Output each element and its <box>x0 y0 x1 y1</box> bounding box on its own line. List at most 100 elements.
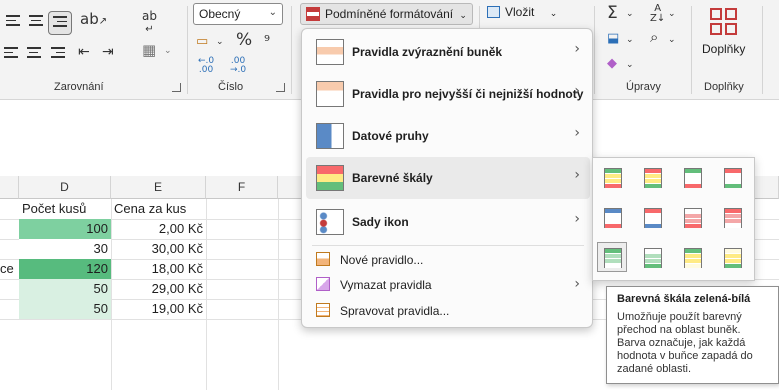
thousands-separator-icon[interactable]: ⁹ <box>264 34 270 49</box>
chevron-right-icon: › <box>574 211 580 227</box>
header-cell-e[interactable]: Cena za kus <box>111 199 206 219</box>
align-top-right-icon <box>53 16 67 28</box>
color-scale-white-red-icon[interactable] <box>677 202 707 232</box>
fill-icon[interactable]: ⬓ <box>607 32 619 45</box>
merge-dropdown-icon[interactable]: ⌄ <box>164 47 172 56</box>
wrap-text-icon[interactable]: ab ↵ <box>142 10 157 35</box>
menu-item-new-rule[interactable]: Nové pravidlo... <box>306 248 590 272</box>
header-cell-d[interactable]: Počet kusů <box>19 199 111 219</box>
find-dropdown-icon[interactable]: ⌄ <box>668 36 676 45</box>
increase-decimal-icon[interactable]: ←.0.00 <box>198 57 214 75</box>
menu-item-clear-rules[interactable]: Vymazat pravidla › <box>306 273 590 297</box>
percent-icon[interactable]: % <box>236 32 252 49</box>
column-header-f[interactable]: F <box>206 176 278 199</box>
group-label-alignment: Zarovnání <box>54 81 104 93</box>
menu-item-manage-rules[interactable]: Spravovat pravidla... <box>306 299 590 323</box>
chevron-right-icon: › <box>574 125 580 141</box>
increase-indent-icon[interactable]: ⇥ <box>102 45 114 59</box>
menu-item-icon-sets[interactable]: Sady ikon › <box>306 201 590 243</box>
icon-sets-icon <box>316 209 344 235</box>
menu-item-top-bottom[interactable]: Pravidla pro nejvyšší či nejnižší hodnot… <box>306 73 590 113</box>
tooltip-body: Umožňuje použít barevný přechod na oblas… <box>617 311 753 375</box>
alignment-dialog-launcher-icon[interactable] <box>172 83 181 92</box>
color-scale-red-white-blue-icon[interactable] <box>637 202 667 232</box>
group-label-number: Číslo <box>218 81 244 93</box>
fill-dropdown-icon[interactable]: ⌄ <box>626 36 634 45</box>
merge-cells-icon[interactable]: ▦ <box>142 43 156 58</box>
number-format-combo[interactable]: Obecný ⌄ <box>193 3 283 25</box>
color-scale-red-yellow-green-icon[interactable] <box>637 162 667 192</box>
menu-item-highlight-rules[interactable]: Pravidla zvýraznění buněk › <box>306 31 590 71</box>
align-left-icon[interactable] <box>4 47 18 59</box>
addins-button-label[interactable]: Doplňky <box>702 42 745 56</box>
conditional-formatting-button[interactable]: Podmíněné formátování ⌄ <box>300 3 473 25</box>
sort-dropdown-icon[interactable]: ⌄ <box>668 10 676 19</box>
cell-e[interactable]: 29,00 Kč <box>111 279 206 299</box>
menu-item-label: Pravidla pro nejvyšší či nejnižší hodnot… <box>352 87 584 101</box>
cell-e[interactable]: 2,00 Kč <box>111 219 206 239</box>
cell-d[interactable]: 120 <box>19 259 111 279</box>
addins-icon[interactable] <box>710 8 738 36</box>
color-scale-green-white-icon[interactable] <box>597 242 627 272</box>
cell-c[interactable] <box>0 279 19 299</box>
find-select-icon[interactable]: ⌕ <box>650 30 658 45</box>
cell-c[interactable] <box>0 299 19 319</box>
decrease-indent-icon[interactable]: ⇤ <box>78 45 90 59</box>
column-header-e[interactable]: E <box>111 176 206 199</box>
menu-item-label: Vymazat pravidla <box>340 278 432 292</box>
color-scale-white-green-icon[interactable] <box>637 242 667 272</box>
column-header-d[interactable]: D <box>19 176 111 199</box>
clear-icon[interactable]: ◆ <box>607 57 617 70</box>
color-scales-gallery <box>592 157 755 281</box>
cell-c[interactable]: ce <box>0 259 19 279</box>
autosum-icon[interactable]: Σ <box>607 5 618 22</box>
color-scale-blue-white-red-icon[interactable] <box>597 202 627 232</box>
menu-item-label: Sady ikon <box>352 215 409 229</box>
cell-d[interactable]: 50 <box>19 299 111 319</box>
column-header-c[interactable] <box>0 176 19 199</box>
autosum-dropdown-icon[interactable]: ⌄ <box>626 10 634 19</box>
color-scale-red-white-icon[interactable] <box>717 202 747 232</box>
color-scale-green-yellow-icon[interactable] <box>677 242 707 272</box>
menu-item-label: Datové pruhy <box>352 129 429 143</box>
conditional-formatting-icon <box>306 7 320 21</box>
cell-d[interactable]: 100 <box>19 219 111 239</box>
cell-d[interactable]: 50 <box>19 279 111 299</box>
data-bars-icon <box>316 123 344 149</box>
color-scale-green-white-red-icon[interactable] <box>677 162 707 192</box>
cell-e[interactable]: 30,00 Kč <box>111 239 206 259</box>
chevron-down-icon: ⌄ <box>268 7 277 18</box>
insert-cells-icon <box>487 6 500 18</box>
align-right-icon[interactable] <box>51 47 65 59</box>
highlight-rules-icon <box>316 39 344 65</box>
accounting-format-icon[interactable]: ▭ <box>196 35 208 48</box>
top-bottom-icon <box>316 81 344 107</box>
cell-d[interactable]: 30 <box>19 239 111 259</box>
align-top-left-icon[interactable] <box>6 15 20 27</box>
chevron-right-icon: › <box>574 167 580 183</box>
orientation-icon[interactable]: ab↗ <box>80 12 107 27</box>
cell-e[interactable]: 18,00 Kč <box>111 259 206 279</box>
number-format-value: Obecný <box>199 7 241 21</box>
insert-button[interactable]: Vložit ⌄ <box>487 5 557 19</box>
color-scale-red-white-green-icon[interactable] <box>717 162 747 192</box>
align-top-center-icon[interactable] <box>29 15 43 27</box>
menu-item-color-scales[interactable]: Barevné škály › <box>306 157 590 199</box>
chevron-right-icon: › <box>574 276 580 292</box>
decrease-decimal-icon[interactable]: .00 →.0 <box>230 57 246 75</box>
sort-filter-icon[interactable]: A Z↓ <box>650 4 665 24</box>
align-center-icon[interactable] <box>27 47 41 59</box>
group-label-addins: Doplňky <box>704 81 744 93</box>
cell-e[interactable]: 19,00 Kč <box>111 299 206 319</box>
accounting-dropdown-icon[interactable]: ⌄ <box>216 38 224 47</box>
menu-item-data-bars[interactable]: Datové pruhy › <box>306 115 590 157</box>
cell-c[interactable] <box>0 239 19 259</box>
color-scale-green-yellow-red-icon[interactable] <box>597 162 627 192</box>
color-scale-yellow-green-icon[interactable] <box>717 242 747 272</box>
cell-c[interactable] <box>0 219 19 239</box>
chevron-down-icon: ⌄ <box>459 11 467 21</box>
number-dialog-launcher-icon[interactable] <box>276 83 285 92</box>
manage-rules-icon <box>316 303 330 317</box>
clear-dropdown-icon[interactable]: ⌄ <box>626 61 634 70</box>
new-rule-icon <box>316 252 330 266</box>
